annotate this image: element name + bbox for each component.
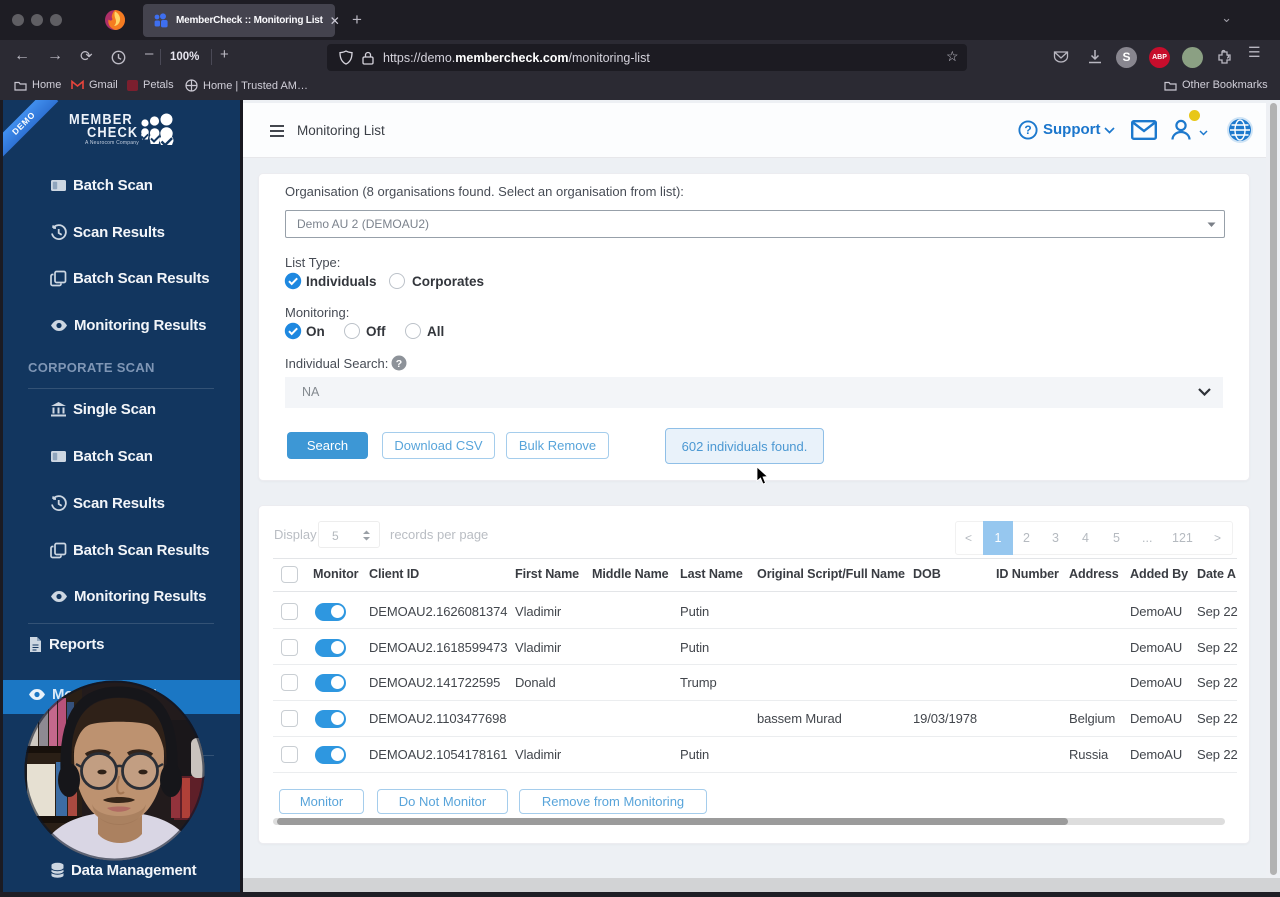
svg-text:?: ? <box>1024 123 1031 137</box>
svg-text:?: ? <box>396 358 402 370</box>
